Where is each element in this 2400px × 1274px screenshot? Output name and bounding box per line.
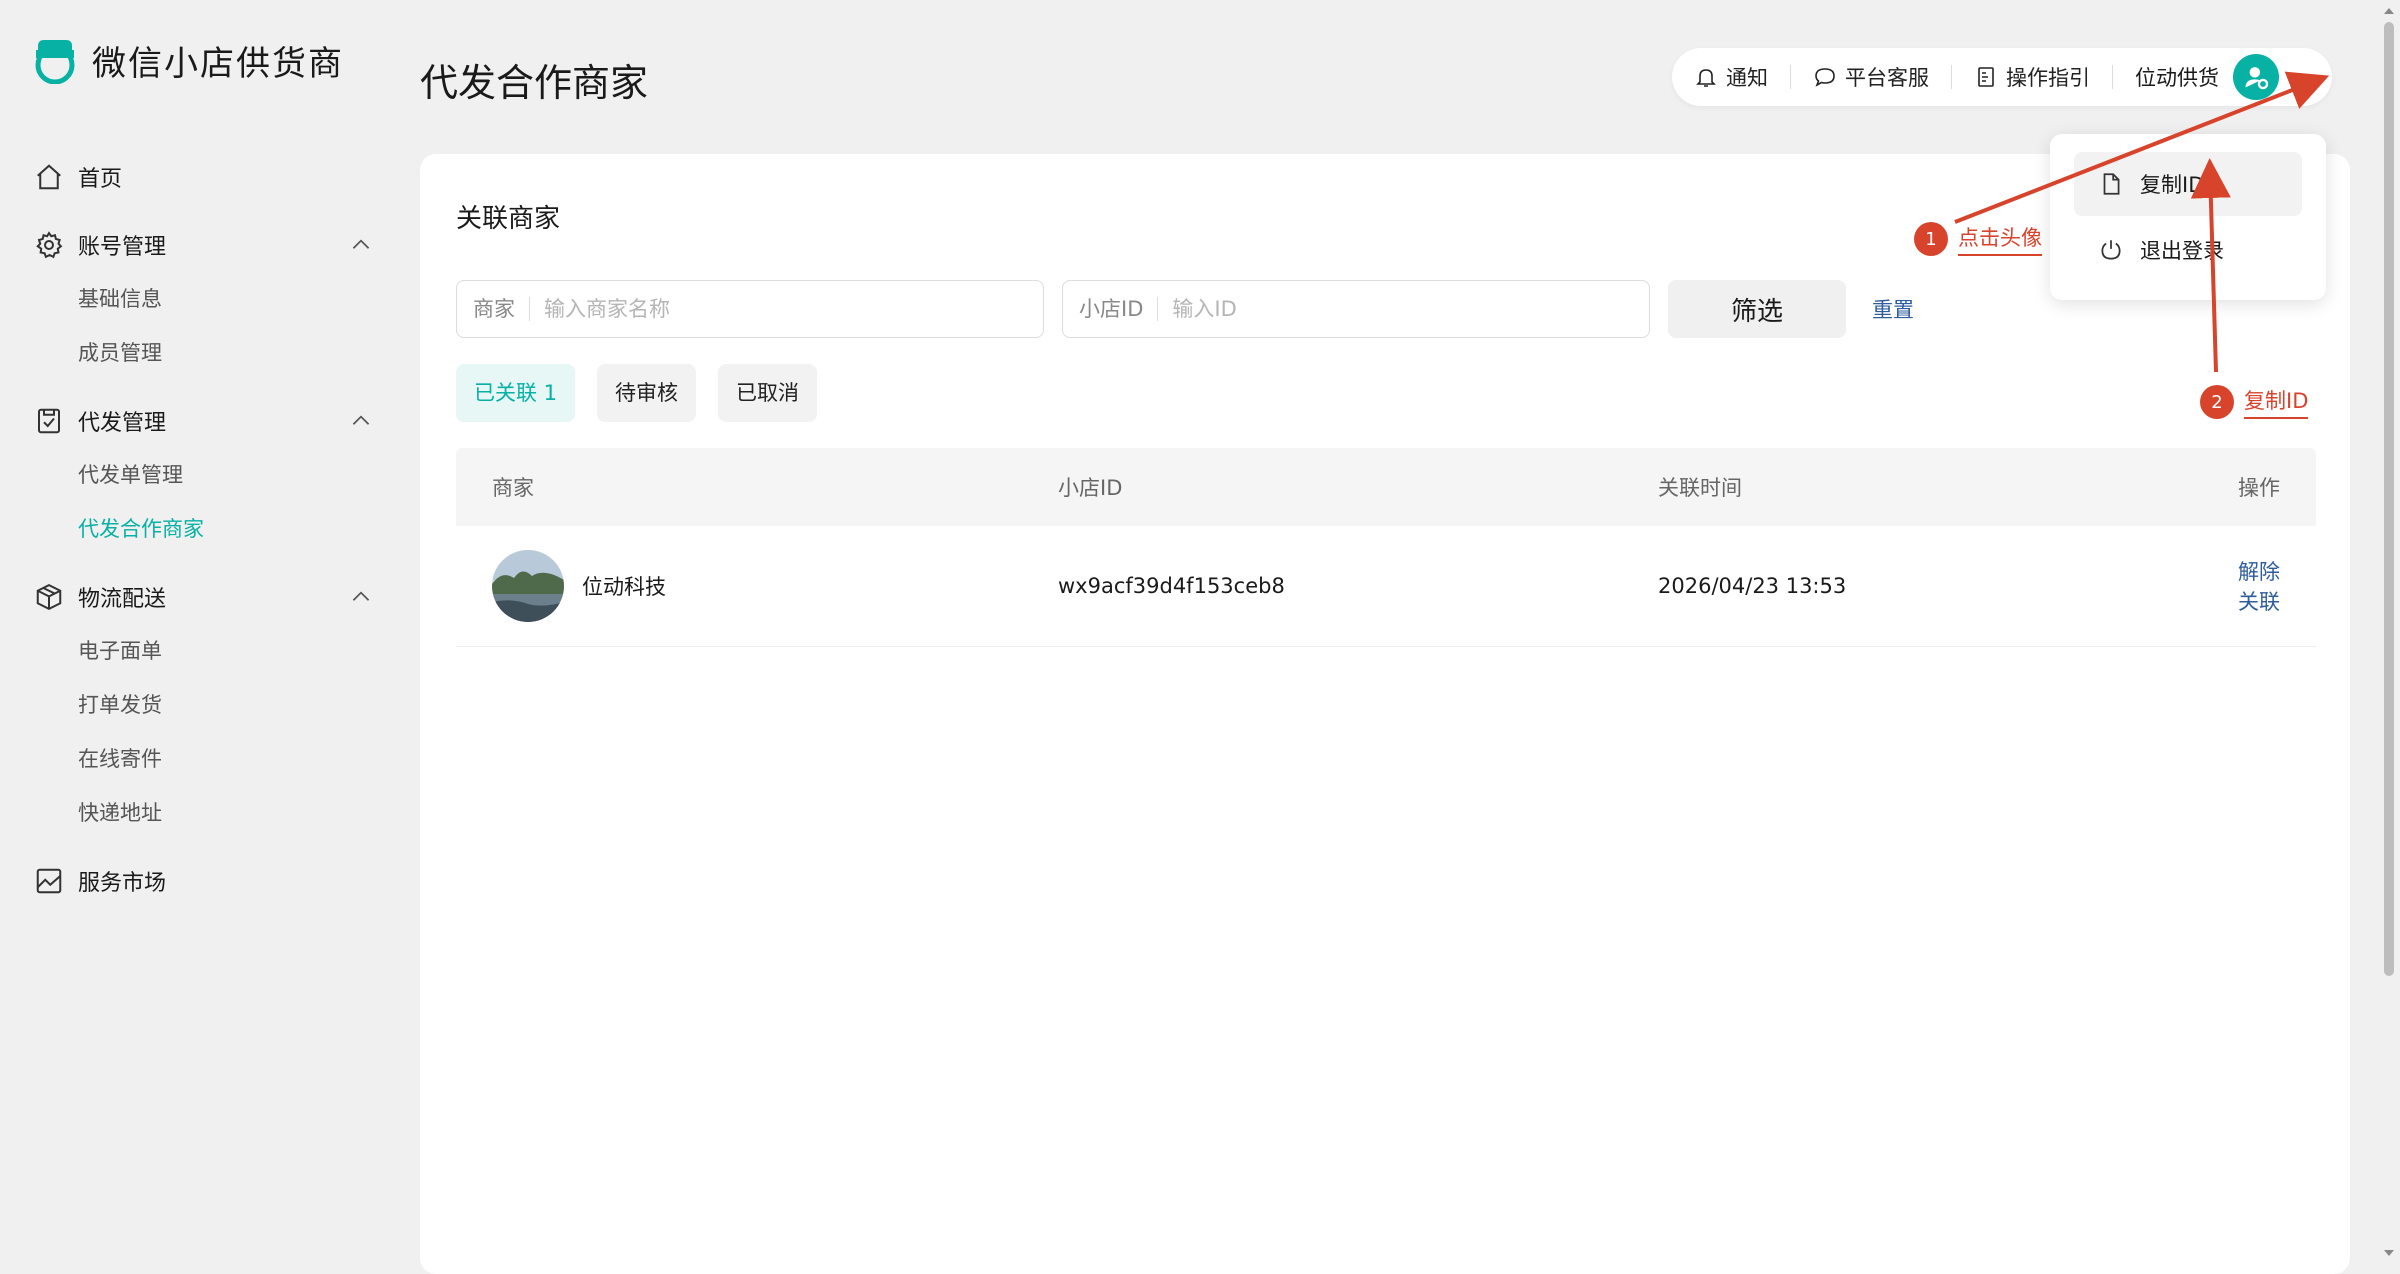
sidebar-item-home[interactable]: 首页: [34, 150, 374, 204]
app-title: 微信小店供货商: [92, 44, 344, 84]
sidebar-item-online-send[interactable]: 在线寄件: [78, 732, 231, 786]
reset-link[interactable]: 重置: [1872, 294, 1914, 324]
sidebar-item-e-waybill[interactable]: 电子面单: [78, 624, 231, 678]
power-icon: [2101, 240, 2121, 260]
sidebar-nav: 首页 账号管理 基础信息 成员管理 代发管理 代发单管理 代发合作商家 物流配送: [34, 150, 374, 908]
status-tabs: 已关联 1 待审核 已取消: [456, 364, 839, 422]
sidebar-group-dropship: 代发管理 代发单管理 代发合作商家: [34, 394, 374, 556]
column-header-action: 操作: [2238, 476, 2280, 500]
chevron-up-icon: [352, 415, 370, 425]
chevron-up-icon: [352, 591, 370, 601]
main-card: 关联商家 商家 小店ID 筛选 重置 已关联 1 待审核 已取消 商家 小店ID…: [420, 154, 2350, 1274]
scrollbar-thumb[interactable]: [2384, 22, 2394, 976]
sidebar-item-label: 首页: [78, 167, 123, 192]
sidebar-item-express-address[interactable]: 快递地址: [78, 786, 231, 840]
section-title: 关联商家: [456, 204, 561, 234]
action-cell: 解除关联: [2238, 556, 2316, 616]
sidebar-item-members[interactable]: 成员管理: [78, 326, 231, 380]
column-header-merchant: 商家: [492, 476, 534, 500]
filter-button[interactable]: 筛选: [1668, 280, 1846, 338]
sidebar-item-print-ship[interactable]: 打单发货: [78, 678, 231, 732]
sidebar-item-partner-merchants[interactable]: 代发合作商家: [78, 502, 231, 556]
shop-id-field-label: 小店ID: [1063, 297, 1159, 321]
merchant-search-input[interactable]: [530, 296, 1043, 322]
table-row: 位动科技 wx9acf39d4f153ceb8 2026/04/23 13:53…: [456, 526, 2316, 647]
support-button[interactable]: 平台客服: [1791, 62, 1951, 92]
support-label: 平台客服: [1845, 66, 1929, 90]
user-name: 位动供货: [2135, 66, 2219, 90]
avatar[interactable]: [2233, 54, 2279, 100]
annotation-text: 点击头像: [1958, 222, 2042, 256]
clipboard-icon: [38, 408, 60, 434]
sidebar-item-market[interactable]: 服务市场: [34, 854, 374, 908]
notify-label: 通知: [1726, 66, 1768, 90]
merchant-table: 商家 小店ID 关联时间 操作 位动科技 wx9acf39d4f153ceb8: [456, 448, 2316, 647]
sidebar-group-header-dropship[interactable]: 代发管理: [34, 394, 374, 448]
tab-pending[interactable]: 待审核: [597, 364, 697, 422]
bell-icon: [1696, 69, 1716, 87]
chevron-up-icon: [352, 239, 370, 249]
annotation-step-1: 1 点击头像: [1914, 222, 2042, 256]
landscape-photo-icon: [492, 550, 564, 622]
package-icon: [36, 584, 62, 610]
tab-linked[interactable]: 已关联 1: [456, 364, 576, 422]
sidebar-group-header-account[interactable]: 账号管理: [34, 218, 374, 272]
scroll-up-arrow-icon[interactable]: [2381, 4, 2397, 18]
app-logo: 微信小店供货商: [34, 36, 344, 85]
logout-label: 退出登录: [2140, 239, 2224, 263]
tab-cancelled[interactable]: 已取消: [718, 364, 818, 422]
table-header: 商家 小店ID 关联时间 操作: [456, 448, 2316, 526]
sidebar-sub-account: 基础信息 成员管理: [34, 272, 374, 380]
document-icon: [1978, 67, 1994, 87]
column-header-time: 关联时间: [1658, 476, 1742, 500]
annotation-number: 2: [2200, 385, 2234, 419]
merchant-field-label: 商家: [457, 297, 530, 321]
merchant-avatar: [492, 550, 564, 622]
sidebar-sub-logistics: 电子面单 打单发货 在线寄件 快递地址: [34, 624, 374, 840]
sidebar-group-label: 代发管理: [78, 411, 167, 436]
unlink-button[interactable]: 解除关联: [2238, 560, 2280, 614]
user-avatar-icon: [2245, 67, 2269, 90]
file-icon: [2103, 173, 2120, 195]
sidebar-group-label: 账号管理: [78, 235, 167, 260]
sidebar-item-dropship-orders[interactable]: 代发单管理: [78, 448, 231, 502]
sidebar-group-logistics: 物流配送 电子面单 打单发货 在线寄件 快递地址: [34, 570, 374, 840]
chat-bubble-icon: [1815, 68, 1835, 87]
sidebar-group-label: 物流配送: [78, 587, 167, 612]
annotation-number: 1: [1914, 222, 1948, 256]
user-dropdown-menu: 复制ID 退出登录: [2050, 134, 2326, 300]
column-header-shop-id: 小店ID: [1058, 476, 1123, 500]
user-menu[interactable]: 位动供货: [2113, 54, 2279, 100]
market-chart-icon: [36, 868, 62, 894]
sidebar-sub-dropship: 代发单管理 代发合作商家: [34, 448, 374, 556]
shop-logo-icon: [35, 39, 75, 84]
shop-id-cell: wx9acf39d4f153ceb8: [1058, 574, 1285, 598]
top-bar: 通知 平台客服 操作指引 位动供货: [1672, 48, 2332, 106]
sidebar-item-label: 服务市场: [78, 871, 167, 896]
copy-id-label: 复制ID: [2140, 173, 2205, 197]
copy-id-menu-item[interactable]: 复制ID: [2074, 152, 2302, 216]
linked-time-cell: 2026/04/23 13:53: [1658, 574, 1847, 598]
guide-label: 操作指引: [2006, 66, 2090, 90]
annotation-text: 复制ID: [2244, 385, 2309, 419]
annotation-step-2: 2 复制ID: [2200, 385, 2309, 419]
merchant-name: 位动科技: [582, 575, 666, 599]
merchant-cell: 位动科技: [456, 550, 1058, 622]
scroll-down-arrow-icon[interactable]: [2381, 1246, 2397, 1260]
guide-button[interactable]: 操作指引: [1952, 62, 2112, 92]
sidebar-item-basic-info[interactable]: 基础信息: [78, 272, 231, 326]
page-title: 代发合作商家: [420, 61, 649, 105]
logout-menu-item[interactable]: 退出登录: [2074, 218, 2302, 282]
sidebar-group-account: 账号管理 基础信息 成员管理: [34, 218, 374, 380]
sidebar-group-header-logistics[interactable]: 物流配送: [34, 570, 374, 624]
notify-button[interactable]: 通知: [1672, 62, 1790, 92]
gear-icon: [36, 231, 63, 259]
home-icon: [37, 164, 61, 190]
shop-id-search-field[interactable]: 小店ID: [1062, 280, 1650, 338]
merchant-search-field[interactable]: 商家: [456, 280, 1044, 338]
shop-id-input[interactable]: [1158, 296, 1649, 322]
